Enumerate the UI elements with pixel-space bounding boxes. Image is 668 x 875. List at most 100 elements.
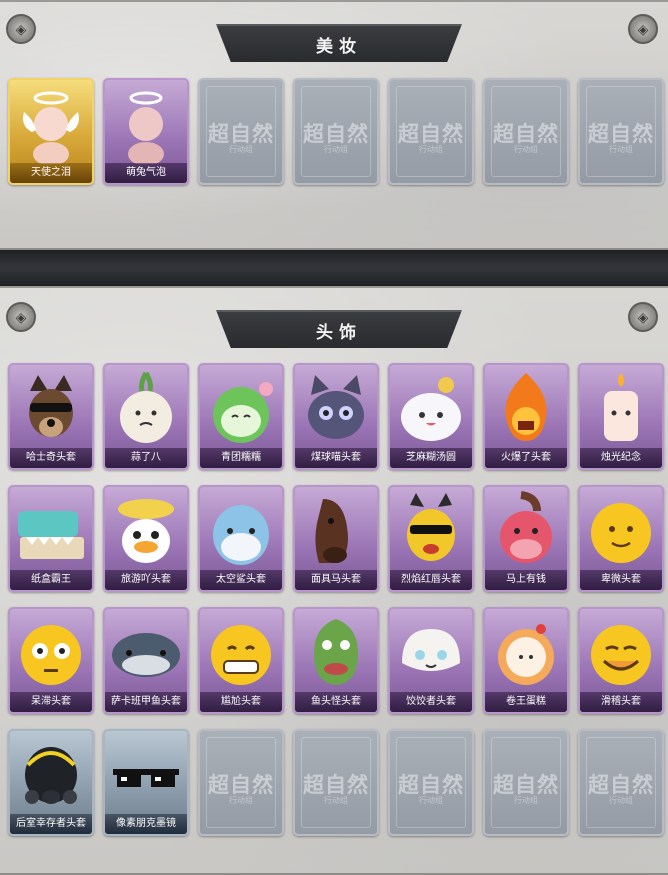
empty-slot: 超自然 行动组 [578,78,664,185]
item-card[interactable]: 尴尬头套 [198,607,284,714]
item-card[interactable]: 卑微头套 [578,485,664,592]
panel-divider [0,250,668,286]
smile-emoji-icon [591,503,651,563]
horse-mask-icon [315,499,348,563]
slot-watermark-sub: 行动组 [514,796,538,805]
item-card[interactable]: 烈焰红唇头套 [388,485,474,592]
makeup-title: 美妆 [316,36,362,57]
item-card[interactable]: 旅游吖头套 [103,485,189,592]
candle-head-icon [604,373,638,441]
empty-slot: 超自然 行动组 [293,78,379,185]
shark-head-icon [213,505,269,565]
makeup-grid: 天使之泪 萌兔气泡 超自然 行动组 超自然 行动组 超自然 行动组 超自然 行动组 超自然 行动组 [8,78,664,185]
item-label: 马上有钱 [485,570,567,590]
bubble-head-icon [128,91,164,164]
item-card[interactable]: 煤球喵头套 [293,363,379,470]
headwear-grid: 哈士奇头套 蒜了八 青团糯糯 煤球喵头套 芝麻糊汤圆 火爆了头套 烛光纪念纸盒霸王 旅游吖头套… [8,363,664,836]
corner-ornament-right-icon: ◈ [628,302,658,332]
corner-ornament-left-icon: ◈ [6,14,36,44]
item-label: 蒜了八 [105,448,187,468]
corner-ornament-left-icon: ◈ [6,302,36,332]
item-label: 呆滞头套 [10,692,92,712]
item-label: 卑微头套 [580,570,662,590]
empty-slot: 超自然 行动组 [388,78,474,185]
item-card[interactable]: 滑稽头套 [578,607,664,714]
item-label: 煤球喵头套 [295,448,377,468]
headwear-title-banner: 头饰 [216,310,462,348]
yellow-mouse-icon [407,493,455,561]
fish-head-icon [112,633,180,677]
item-label: 萌兔气泡 [105,163,187,183]
item-card[interactable]: 哈士奇头套 [8,363,94,470]
empty-slot: 超自然 行动组 [483,729,569,836]
item-label: 鱼头怪头套 [295,692,377,712]
item-card[interactable]: 萌兔气泡 [103,78,189,185]
item-label: 青团糯糯 [200,448,282,468]
empty-slot: 超自然 行动组 [388,729,474,836]
pink-horse-icon [500,491,552,563]
item-card[interactable]: 呆滞头套 [8,607,94,714]
empty-slot: 超自然 行动组 [198,729,284,836]
item-label: 后室幸存者头套 [10,814,92,834]
box-dinosaur-icon [18,511,84,559]
item-card[interactable]: 烛光纪念 [578,363,664,470]
item-label: 哈士奇头套 [10,448,92,468]
empty-slot: 超自然 行动组 [483,78,569,185]
item-card[interactable]: 蒜了八 [103,363,189,470]
fish-monster-icon [314,619,358,685]
item-card[interactable]: 天使之泪 [8,78,94,185]
makeup-title-banner: 美妆 [216,24,462,62]
grimace-emoji-icon [211,625,271,685]
item-label: 面具马头套 [295,570,377,590]
item-label: 烈焰红唇头套 [390,570,472,590]
dumpling-icon [402,629,460,671]
slot-watermark-sub: 行动组 [609,145,633,154]
item-label: 卷王蛋糕 [485,692,567,712]
fire-head-icon [505,373,547,441]
angel-halo-icon [23,91,79,164]
item-card[interactable]: 鱼头怪头套 [293,607,379,714]
item-label: 纸盒霸王 [10,570,92,590]
slot-watermark-sub: 行动组 [324,796,348,805]
pixel-glasses-icon [113,769,179,787]
cake-roll-icon [498,624,554,685]
cat-head-icon [308,375,364,439]
garlic-head-icon [120,371,172,443]
stare-emoji-icon [21,625,81,685]
slot-watermark-sub: 行动组 [229,145,253,154]
item-card[interactable]: 青团糯糯 [198,363,284,470]
empty-slot: 超自然 行动组 [198,78,284,185]
item-label: 像素朋克墨镜 [105,814,187,834]
item-card[interactable]: 芝麻糊汤圆 [388,363,474,470]
husky-head-icon [29,375,73,437]
item-card[interactable]: 萨卡班甲鱼头套 [103,607,189,714]
item-label: 尴尬头套 [200,692,282,712]
item-label: 滑稽头套 [580,692,662,712]
gas-mask-icon [25,747,77,804]
item-card[interactable]: 饺饺者头套 [388,607,474,714]
item-card[interactable]: 后室幸存者头套 [8,729,94,836]
slot-watermark-sub: 行动组 [609,796,633,805]
funny-emoji-icon [591,625,651,685]
slot-watermark-sub: 行动组 [419,796,443,805]
item-label: 饺饺者头套 [390,692,472,712]
item-card[interactable]: 像素朋克墨镜 [103,729,189,836]
item-label: 天使之泪 [10,163,92,183]
item-label: 芝麻糊汤圆 [390,448,472,468]
empty-slot: 超自然 行动组 [293,729,379,836]
item-label: 烛光纪念 [580,448,662,468]
item-card[interactable]: 纸盒霸王 [8,485,94,592]
green-dumpling-icon [213,382,273,443]
item-card[interactable]: 太空鲨头套 [198,485,284,592]
item-label: 旅游吖头套 [105,570,187,590]
item-card[interactable]: 面具马头套 [293,485,379,592]
corner-ornament-right-icon: ◈ [628,14,658,44]
item-card[interactable]: 火爆了头套 [483,363,569,470]
item-card[interactable]: 马上有钱 [483,485,569,592]
duck-hat-icon [118,499,174,563]
slot-watermark-sub: 行动组 [514,145,538,154]
makeup-panel: ◈ ◈ 美妆 天使之泪 萌兔气泡 超自然 行动组 超自然 行动组 超自然 行动组 超自然 行动组超… [0,0,668,250]
empty-slot: 超自然 行动组 [578,729,664,836]
item-label: 太空鲨头套 [200,570,282,590]
item-card[interactable]: 卷王蛋糕 [483,607,569,714]
